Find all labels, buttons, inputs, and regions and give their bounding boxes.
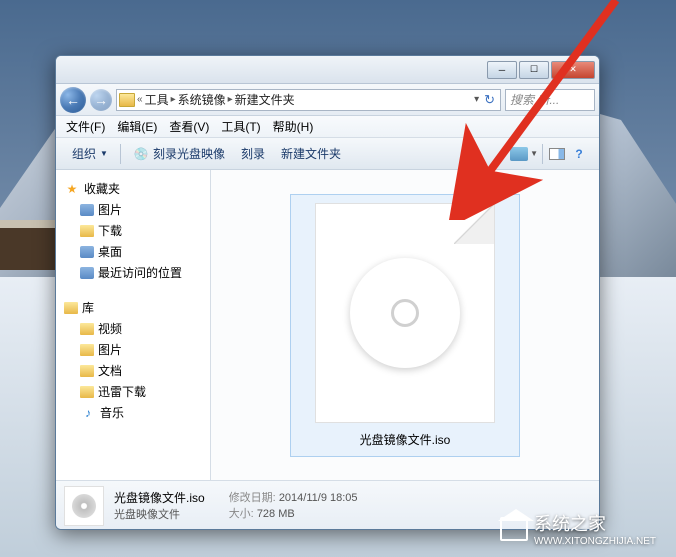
sidebar-item-pictures-lib[interactable]: 图片 [60,339,206,360]
watermark: 系统之家 WWW.XITONGZHIJIA.NET [500,510,656,547]
breadcrumb-item[interactable]: 工具 [145,91,169,108]
music-icon: ♪ [80,405,96,421]
titlebar: ─ ☐ ✕ [56,56,599,84]
nav-sidebar: ★ 收藏夹 图片 下载 桌面 最近访问的位置 库 视频 图片 文档 迅雷下载 ♪… [56,170,211,480]
preview-pane-icon[interactable] [549,148,565,160]
document-icon [80,365,94,377]
details-modified-value: 2014/11/9 18:05 [279,492,358,504]
organize-button[interactable]: 组织 ▼ [64,141,116,166]
folder-icon [80,225,94,237]
picture-icon [80,344,94,356]
download-icon [80,386,94,398]
minimize-button[interactable]: ─ [487,61,517,79]
breadcrumb-sep: « [137,94,143,105]
nav-bar: ← → « 工具 ▸ 系统镜像 ▸ 新建文件夹 ▾ ↻ 搜索 新... [56,84,599,116]
house-icon [500,517,528,541]
new-folder-button[interactable]: 新建文件夹 [273,141,349,166]
sidebar-item-downloads[interactable]: 下载 [60,220,206,241]
menu-edit[interactable]: 编辑(E) [111,116,163,137]
desktop-icon [80,246,94,258]
file-item-selected[interactable]: 光盘镜像文件.iso [290,194,520,457]
sidebar-item-desktop[interactable]: 桌面 [60,241,206,262]
toolbar: 组织 ▼ 💿 刻录光盘映像 刻录 新建文件夹 ▼ ? [56,138,599,170]
burn-image-button[interactable]: 💿 刻录光盘映像 [125,141,233,166]
video-icon [80,323,94,335]
library-icon [64,302,78,314]
close-button[interactable]: ✕ [551,61,595,79]
disc-icon [350,258,460,368]
disc-icon: 💿 [133,146,149,162]
dropdown-icon[interactable]: ▾ [474,94,479,105]
file-list-panel[interactable]: 光盘镜像文件.iso [211,170,599,480]
sidebar-item-documents[interactable]: 文档 [60,360,206,381]
search-placeholder: 搜索 新... [510,91,559,108]
watermark-title: 系统之家 [534,514,606,534]
breadcrumb-item[interactable]: 新建文件夹 [235,91,295,108]
menu-tools[interactable]: 工具(T) [215,116,266,137]
star-icon: ★ [64,181,80,197]
sidebar-item-music[interactable]: ♪音乐 [60,402,206,423]
details-size-value: 728 MB [257,508,295,520]
watermark-url: WWW.XITONGZHIJIA.NET [534,536,656,547]
libraries-header[interactable]: 库 [60,297,206,318]
sidebar-item-videos[interactable]: 视频 [60,318,206,339]
search-input[interactable]: 搜索 新... [505,89,595,111]
burn-button[interactable]: 刻录 [233,141,273,166]
menu-file[interactable]: 文件(F) [60,116,111,137]
back-button[interactable]: ← [60,87,86,113]
folder-icon [119,93,135,107]
menu-view[interactable]: 查看(V) [163,116,215,137]
address-bar[interactable]: « 工具 ▸ 系统镜像 ▸ 新建文件夹 ▾ ↻ [116,89,501,111]
menu-bar: 文件(F) 编辑(E) 查看(V) 工具(T) 帮助(H) [56,116,599,138]
details-filetype: 光盘映像文件 [114,506,205,522]
refresh-button[interactable]: ↻ [481,92,498,108]
details-modified-label: 修改日期: [229,492,276,504]
forward-button[interactable]: → [90,89,112,111]
file-name: 光盘镜像文件.iso [299,431,511,448]
sidebar-item-xunlei[interactable]: 迅雷下载 [60,381,206,402]
help-icon[interactable]: ? [569,144,589,164]
folder-icon [80,204,94,216]
sidebar-item-recent[interactable]: 最近访问的位置 [60,262,206,283]
breadcrumb-item[interactable]: 系统镜像 [178,91,226,108]
sidebar-item-pictures[interactable]: 图片 [60,199,206,220]
details-file-icon [64,486,104,526]
favorites-header[interactable]: ★ 收藏夹 [60,178,206,199]
maximize-button[interactable]: ☐ [519,61,549,79]
details-filename: 光盘镜像文件.iso [114,489,205,506]
details-size-label: 大小: [229,508,254,520]
explorer-window: ─ ☐ ✕ ← → « 工具 ▸ 系统镜像 ▸ 新建文件夹 ▾ ↻ 搜索 新..… [55,55,600,530]
recent-icon [80,267,94,279]
file-thumbnail [315,203,495,423]
menu-help[interactable]: 帮助(H) [267,116,320,137]
view-options-icon[interactable] [510,147,528,161]
